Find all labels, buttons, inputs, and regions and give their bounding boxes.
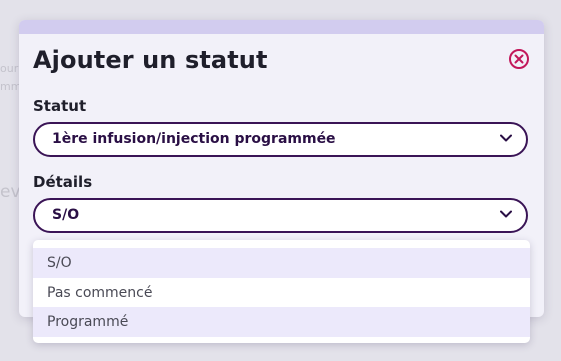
details-select-value: S/O [52, 207, 80, 223]
background-text: our [0, 62, 19, 75]
dropdown-option-programme[interactable]: Programmé [33, 307, 530, 337]
details-dropdown-menu: S/O Pas commencé Programmé [33, 240, 530, 343]
status-select[interactable]: 1ère infusion/injection programmée [33, 122, 528, 157]
dropdown-option-pas-commence[interactable]: Pas commencé [33, 278, 530, 308]
dropdown-option-so[interactable]: S/O [33, 248, 530, 278]
close-button[interactable] [509, 49, 529, 69]
modal-title: Ajouter un statut [33, 46, 268, 74]
details-select[interactable]: S/O [33, 198, 528, 233]
status-label: Statut [33, 97, 87, 115]
close-circle-icon [514, 54, 524, 64]
modal-header-bar [19, 20, 544, 34]
chevron-down-icon [500, 210, 512, 218]
status-select-value: 1ère infusion/injection programmée [52, 131, 336, 147]
chevron-down-icon [500, 134, 512, 142]
details-label: Détails [33, 173, 93, 191]
